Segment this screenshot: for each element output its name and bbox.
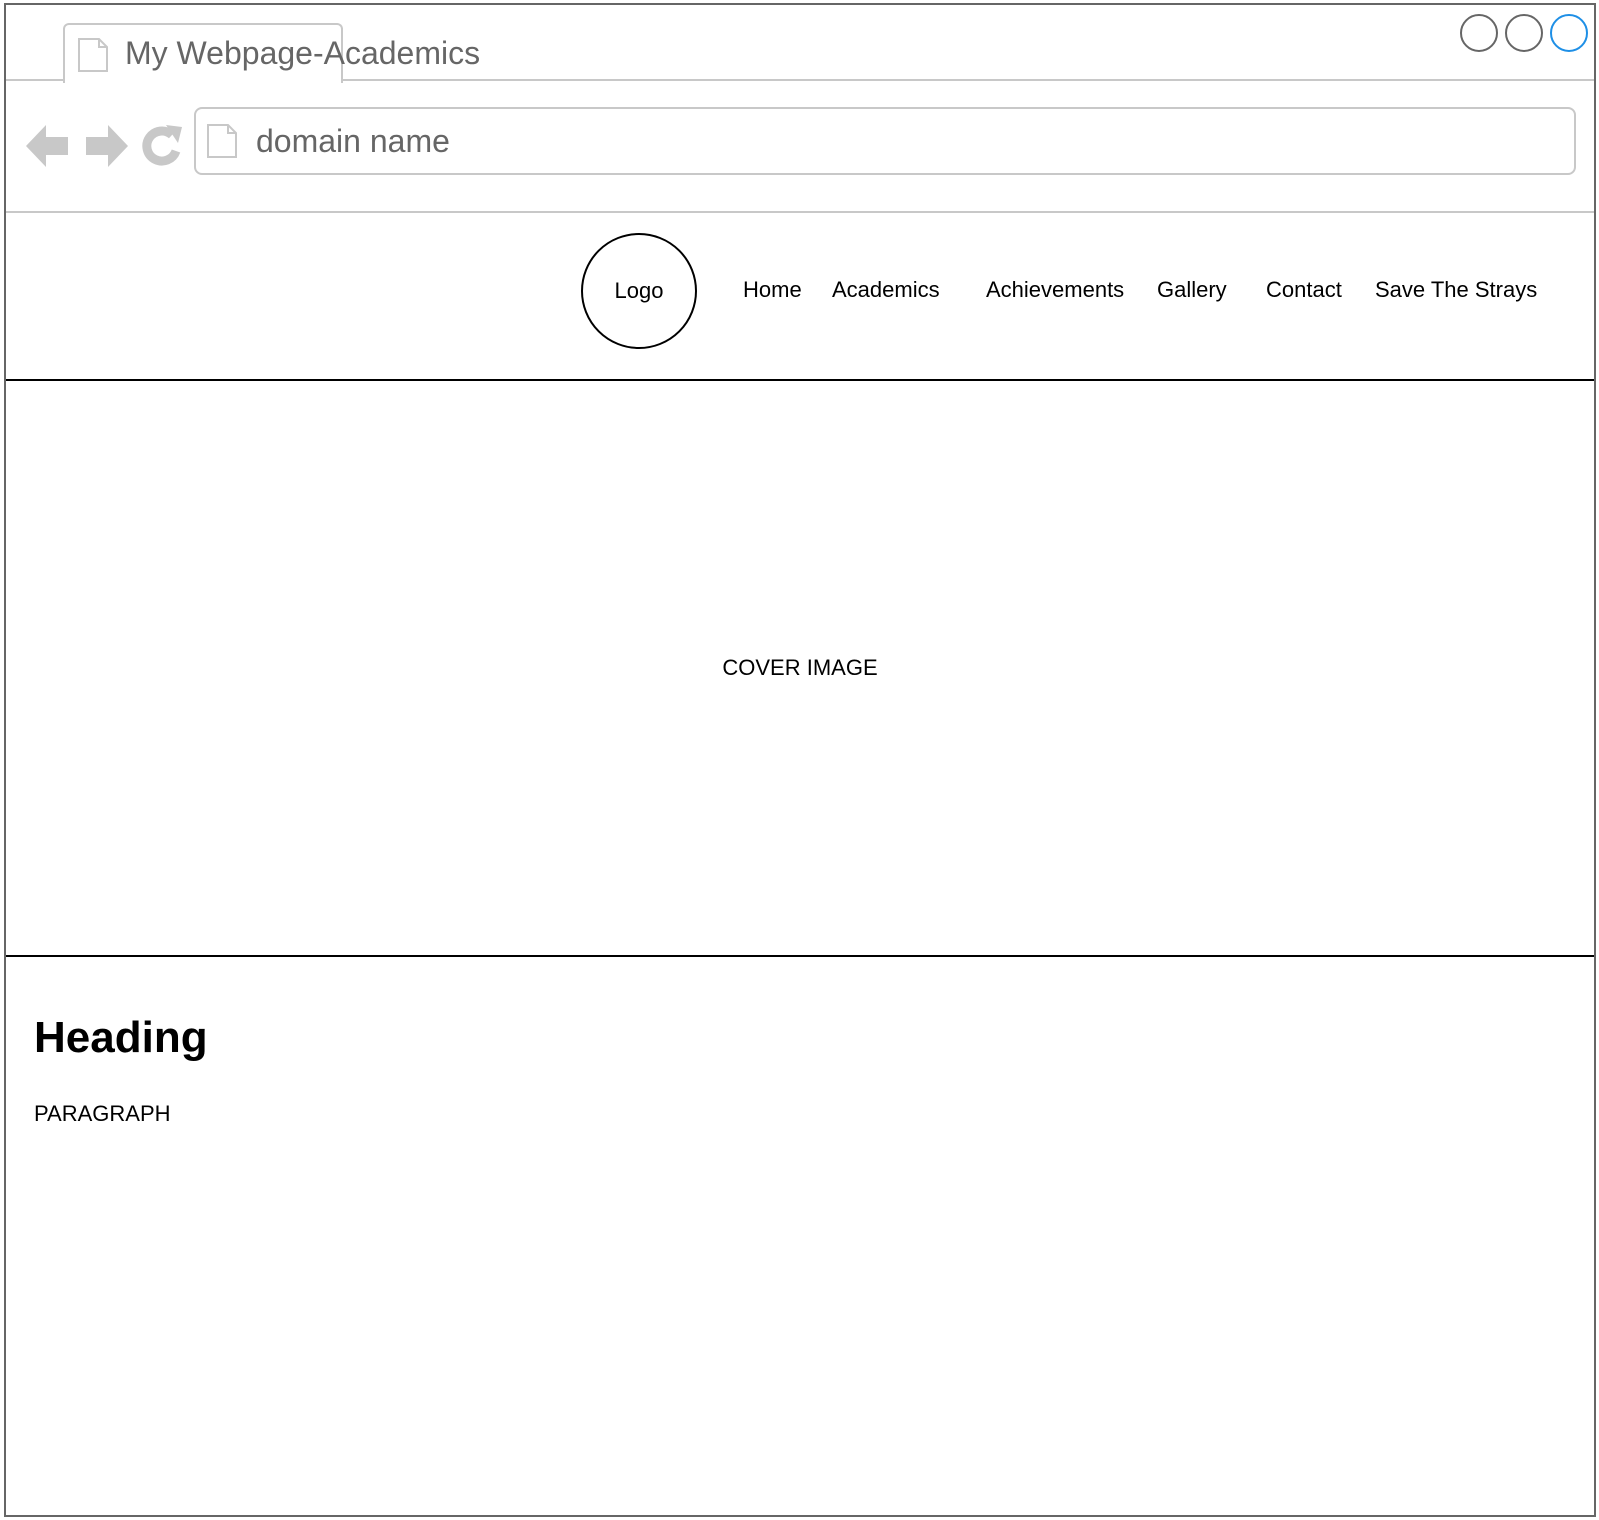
address-bar[interactable]: domain name [194, 107, 1576, 175]
nav-save-the-strays[interactable]: Save The Strays [1375, 277, 1537, 303]
arrow-right-icon[interactable] [82, 121, 130, 171]
logo-label: Logo [614, 278, 664, 303]
tab-strip: My Webpage-Academics [6, 5, 1594, 83]
reload-icon[interactable] [138, 121, 186, 171]
close-button[interactable] [1550, 14, 1588, 52]
browser-tab[interactable]: My Webpage-Academics [63, 23, 480, 83]
nav-contact[interactable]: Contact [1266, 277, 1342, 303]
nav-academics[interactable]: Academics [832, 277, 940, 303]
site-header: Logo Home Academics Achievements Gallery… [6, 213, 1594, 381]
cover-image: COVER IMAGE [6, 381, 1594, 957]
maximize-button[interactable] [1505, 14, 1543, 52]
page-paragraph: PARAGRAPH [34, 1101, 171, 1126]
page-icon [78, 38, 108, 72]
cover-label: COVER IMAGE [722, 655, 878, 680]
browser-window: My Webpage-Academics domain name Logo Ho… [4, 3, 1596, 1517]
nav-gallery[interactable]: Gallery [1157, 277, 1227, 303]
address-text: domain name [256, 123, 450, 159]
nav-achievements[interactable]: Achievements [986, 277, 1124, 303]
nav-home[interactable]: Home [743, 277, 802, 303]
arrow-left-icon[interactable] [24, 121, 72, 171]
tab-title: My Webpage-Academics [125, 35, 481, 71]
page-icon [207, 124, 237, 158]
logo[interactable]: Logo [581, 233, 697, 349]
page-heading: Heading [34, 1013, 208, 1062]
minimize-button[interactable] [1460, 14, 1498, 52]
window-controls [1460, 14, 1588, 56]
address-toolbar: domain name [6, 81, 1594, 213]
